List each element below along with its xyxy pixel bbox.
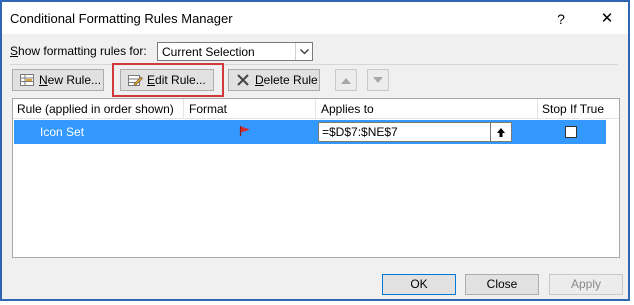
- header-divider: [183, 99, 184, 118]
- header-stop-if-true: Stop If True: [542, 102, 605, 116]
- filter-label-accel: S: [10, 44, 19, 58]
- toolbar-divider: [10, 64, 618, 65]
- conditional-formatting-dialog: Conditional Formatting Rules Manager ? ✕…: [0, 0, 630, 301]
- red-flag-icon: [239, 125, 251, 140]
- filter-label: Show formatting rules for:: [10, 44, 147, 58]
- header-divider: [537, 99, 538, 118]
- up-arrow-icon: [341, 77, 351, 84]
- apply-button[interactable]: Apply: [549, 274, 623, 295]
- delete-rule-accel: D: [255, 73, 264, 87]
- applies-to-value: =$D$7:$NE$7: [322, 125, 398, 139]
- filter-label-text: how formatting rules for:: [18, 44, 147, 58]
- header-divider: [315, 99, 316, 118]
- delete-rule-button[interactable]: Delete Rule: [228, 69, 320, 91]
- applies-to-field[interactable]: =$D$7:$NE$7: [318, 122, 512, 142]
- delete-rule-label: elete Rule: [263, 73, 318, 87]
- ok-button[interactable]: OK: [382, 274, 456, 295]
- header-format: Format: [189, 102, 228, 116]
- window-title: Conditional Formatting Rules Manager: [10, 11, 233, 26]
- scope-dropdown-value: Current Selection: [162, 45, 255, 59]
- scope-dropdown[interactable]: Current Selection: [157, 42, 313, 61]
- move-up-button[interactable]: [335, 69, 357, 91]
- new-rule-button[interactable]: New Rule...: [12, 69, 104, 91]
- header-applies-to: Applies to: [321, 102, 374, 116]
- down-arrow-icon: [373, 76, 383, 83]
- close-window-button[interactable]: ✕: [595, 8, 619, 30]
- title-bar: Conditional Formatting Rules Manager ? ✕: [2, 2, 628, 34]
- new-rule-accel: N: [39, 73, 48, 87]
- collapse-arrow-icon: [497, 127, 505, 137]
- collapse-dialog-button[interactable]: [490, 123, 511, 141]
- chevron-down-icon[interactable]: [295, 43, 312, 60]
- stop-if-true-checkbox[interactable]: [565, 126, 577, 138]
- help-button[interactable]: ?: [549, 8, 573, 30]
- table-row[interactable]: Icon Set =$D$7:$NE$7: [14, 120, 606, 144]
- delete-x-icon: [235, 72, 251, 88]
- edit-rule-highlight: [112, 63, 224, 97]
- close-button[interactable]: Close: [465, 274, 539, 295]
- rule-name: Icon Set: [40, 125, 85, 139]
- new-rule-label: ew Rule...: [47, 73, 102, 87]
- header-rule: Rule (applied in order shown): [17, 102, 174, 116]
- new-rule-icon: [19, 72, 35, 88]
- table-header: Rule (applied in order shown) Format App…: [13, 99, 619, 119]
- rules-table: Rule (applied in order shown) Format App…: [12, 98, 620, 258]
- move-down-button[interactable]: [367, 69, 389, 91]
